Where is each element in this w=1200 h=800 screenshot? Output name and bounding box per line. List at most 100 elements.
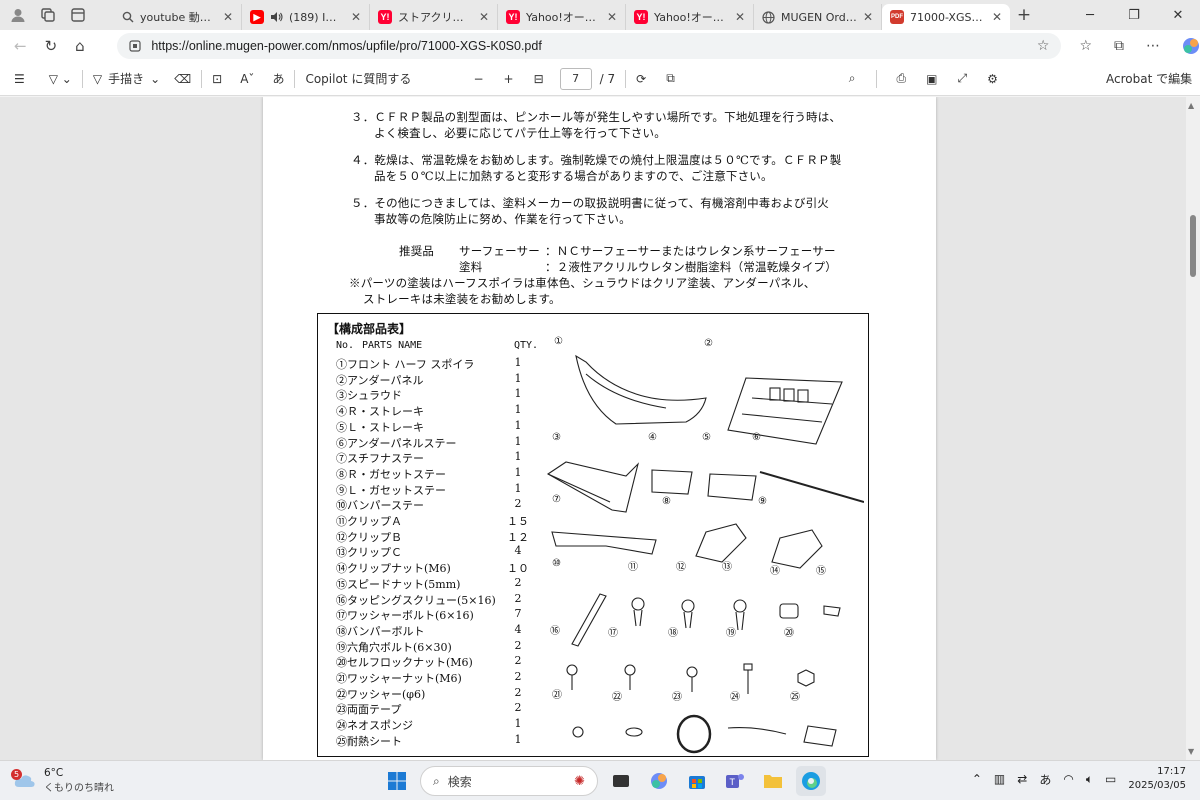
table-row: ⑥アンダーパネルステー 1 — [336, 435, 530, 451]
close-tab-icon[interactable]: ✕ — [351, 10, 361, 24]
workspaces-icon[interactable] — [40, 7, 56, 23]
tab-actions-icon[interactable] — [70, 7, 86, 23]
minimize-button[interactable]: ─ — [1068, 0, 1112, 30]
close-tab-icon[interactable]: ✕ — [479, 10, 489, 24]
settings-gear-icon[interactable]: ⚙ — [987, 72, 998, 86]
close-tab-icon[interactable]: ✕ — [992, 10, 1002, 24]
home-icon[interactable]: ⌂ — [75, 37, 85, 55]
scroll-up-icon[interactable]: ▲ — [1188, 101, 1194, 110]
acrobat-edit-button[interactable]: Acrobat で編集 — [1106, 70, 1192, 87]
store-icon[interactable] — [682, 766, 712, 796]
print-icon[interactable]: ⎙ — [897, 71, 907, 86]
chevron-down-icon[interactable]: ⌄ — [150, 72, 160, 86]
eraser-icon[interactable]: ⌫ — [174, 72, 191, 86]
tab-pdf-active[interactable]: PDF 71000-XGS-K0S0.p ✕ — [882, 4, 1010, 30]
zoom-out-button[interactable]: − — [473, 72, 483, 86]
tab-youtube-search[interactable]: youtube 動画 - 検 ✕ — [114, 4, 242, 30]
ime-indicator[interactable]: あ — [1039, 771, 1051, 788]
clock[interactable]: 17:17 2025/03/05 — [1128, 765, 1186, 793]
scroll-down-icon[interactable]: ▼ — [1188, 747, 1194, 756]
part-qty: 4 — [514, 544, 522, 558]
time: 17:17 — [1157, 766, 1186, 777]
teams-icon[interactable]: T — [720, 766, 750, 796]
read-aloud-icon[interactable]: Aˇ — [240, 72, 254, 86]
more-icon[interactable]: ⋯ — [1146, 38, 1160, 54]
page-number-input[interactable]: 7 — [559, 67, 592, 90]
part-name: ③シュラウド — [336, 389, 402, 403]
tab-store-creator[interactable]: Y! ストアクリエイターPro ✕ — [370, 4, 498, 30]
chevron-up-icon[interactable]: ⌃ — [972, 772, 982, 786]
contents-icon[interactable]: ☰ — [14, 72, 25, 86]
battery-icon[interactable]: ▭ — [1105, 772, 1116, 786]
volume-icon[interactable]: 🔈︎ — [1086, 772, 1093, 787]
back-icon[interactable]: ← — [14, 37, 27, 55]
pdf-viewer[interactable]: ３．ＣＦＲＰ製品の割型面は、ピンホール等が発生しやすい場所です。下地処理を行う時… — [0, 97, 1200, 760]
part-name: ⑮スピードナット(5mm) — [336, 577, 461, 591]
table-row: ⑳セルフロックナット(M6) 2 — [336, 654, 530, 670]
tab-mugen-order[interactable]: MUGEN Order Sys ✕ — [754, 4, 882, 30]
table-row: ⑲六角穴ボルト(6×30) 2 — [336, 639, 530, 655]
wifi-icon[interactable]: ◠ — [1063, 772, 1073, 786]
page-view-icon[interactable]: ⧉ — [666, 71, 675, 86]
close-tab-icon[interactable]: ✕ — [607, 10, 617, 24]
site-info-icon[interactable] — [129, 40, 141, 52]
highlight-icon[interactable]: ▽ ⌄ — [49, 72, 72, 86]
copilot-taskbar-icon[interactable] — [644, 766, 674, 796]
close-tab-icon[interactable]: ✕ — [223, 10, 233, 24]
fullscreen-icon[interactable]: ⤢ — [957, 71, 967, 86]
shroud-drawing — [546, 461, 640, 513]
table-row: ⑫クリップＢ １２ — [336, 529, 530, 545]
address-bar: ← ↻ ⌂ https://online.mugen-power.com/nmo… — [0, 30, 1200, 62]
vertical-scrollbar[interactable]: ▲ ▼ — [1186, 97, 1200, 760]
part-name: ②アンダーパネル — [336, 373, 424, 387]
tab-youtube-video[interactable]: ▶ (189) IOP OL ✕ — [242, 4, 370, 30]
rotate-icon[interactable]: ⟳ — [636, 72, 646, 86]
search-icon[interactable]: ⌕ — [849, 71, 856, 86]
fit-page-icon[interactable]: ⊟ — [534, 72, 544, 86]
tab-yahoo-auction-1[interactable]: Y! Yahoo!オークション - ✕ — [498, 4, 626, 30]
start-button[interactable] — [382, 766, 412, 796]
figure-number-label: ⑫ — [676, 562, 686, 573]
taskbar-search[interactable]: ⌕ 検索 ✺ — [420, 766, 598, 796]
paragraph-3-line-1: ３．ＣＦＲＰ製品の割型面は、ピンホール等が発生しやすい場所です。下地処理を行う時… — [351, 110, 842, 124]
figure-number-label: ⑤ — [702, 432, 711, 443]
refresh-icon[interactable]: ↻ — [45, 37, 58, 55]
search-icon: ⌕ — [433, 773, 440, 788]
figure-number-label: ⑰ — [608, 628, 618, 639]
restore-button[interactable]: ❐ — [1112, 0, 1156, 30]
weather-widget[interactable]: 5 6°C くもりのち晴れ — [11, 767, 114, 794]
recommended-1-name: サーフェーサー — [459, 244, 540, 258]
tab-title: Yahoo!オークション - — [526, 11, 601, 24]
zoom-in-button[interactable]: + — [504, 72, 514, 86]
url-text[interactable]: https://online.mugen-power.com/nmos/upfi… — [151, 39, 1027, 53]
task-view-icon[interactable] — [606, 766, 636, 796]
parts-table: 【構成部品表】 No. PARTS NAME QTY. ①フロント ハーフ スポ… — [317, 313, 869, 757]
part-name: ①フロント ハーフ スポイラ — [336, 358, 475, 371]
figure-number-label: ㉕ — [790, 692, 800, 703]
draw-icon[interactable]: ▽ — [93, 72, 102, 86]
close-tab-icon[interactable]: ✕ — [863, 10, 873, 24]
profile-icon[interactable] — [10, 7, 26, 23]
text-box-icon[interactable]: ⊡ — [212, 72, 222, 86]
tab-yahoo-auction-2[interactable]: Y! Yahoo!オークション - ✕ — [626, 4, 754, 30]
sync-icon[interactable]: ⇄ — [1017, 772, 1027, 786]
extensions-icon[interactable]: ⧉ — [1114, 38, 1124, 54]
favorite-star-icon[interactable]: ☆ — [1037, 38, 1050, 54]
close-window-button[interactable]: ✕ — [1156, 0, 1200, 30]
favorites-icon[interactable]: ☆ — [1079, 38, 1092, 54]
close-tab-icon[interactable]: ✕ — [735, 10, 745, 24]
audio-playing-icon[interactable] — [270, 11, 283, 23]
monitor-icon[interactable]: ▥ — [994, 772, 1005, 786]
scrollbar-thumb[interactable] — [1190, 215, 1196, 277]
translate-label[interactable]: あ — [272, 70, 284, 87]
draw-label[interactable]: 手描き — [108, 70, 144, 87]
copilot-ask-button[interactable]: Copilot に質問する — [305, 70, 473, 87]
file-explorer-icon[interactable] — [758, 766, 788, 796]
edge-icon[interactable] — [796, 766, 826, 796]
copilot-icon[interactable] — [1182, 37, 1200, 55]
save-icon[interactable]: ▣ — [926, 72, 937, 86]
url-field[interactable]: https://online.mugen-power.com/nmos/upfi… — [117, 33, 1062, 59]
part-qty: １０ — [507, 562, 529, 576]
new-tab-button[interactable]: + — [1010, 5, 1038, 25]
part-qty: 1 — [514, 717, 522, 731]
